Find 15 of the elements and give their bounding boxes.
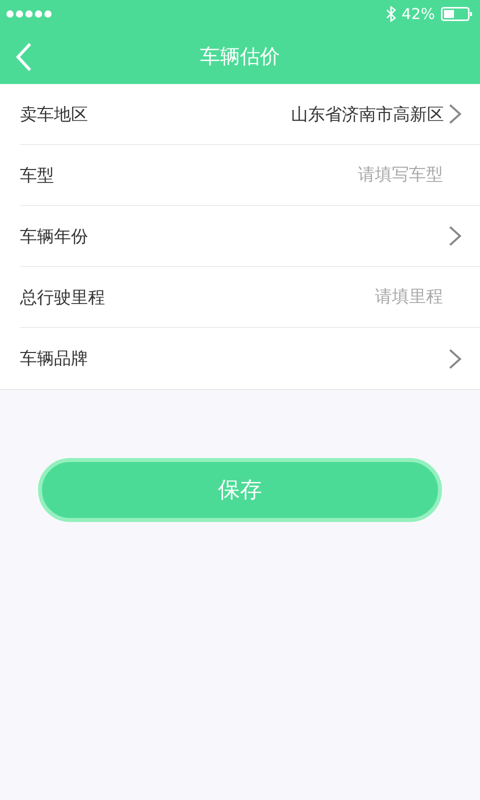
- signal-icon: [6, 10, 53, 18]
- field-label: 车辆品牌: [20, 348, 88, 370]
- field-label: 车型: [20, 164, 54, 186]
- field-value[interactable]: 山东省济南市高新区: [291, 102, 444, 126]
- battery-percentage: 42%: [402, 5, 435, 23]
- back-button[interactable]: [14, 42, 34, 72]
- chevron-right-icon[interactable]: [448, 226, 462, 246]
- chevron-right-icon[interactable]: [448, 104, 462, 124]
- field-label: 总行驶里程: [20, 286, 105, 308]
- chevron-right-icon[interactable]: [448, 348, 462, 368]
- battery-icon: [441, 7, 472, 21]
- field-label: 卖车地区: [20, 104, 88, 126]
- bluetooth-icon: [386, 6, 396, 22]
- field-label: 车辆年份: [20, 226, 88, 248]
- page-title: 车辆估价: [200, 42, 280, 70]
